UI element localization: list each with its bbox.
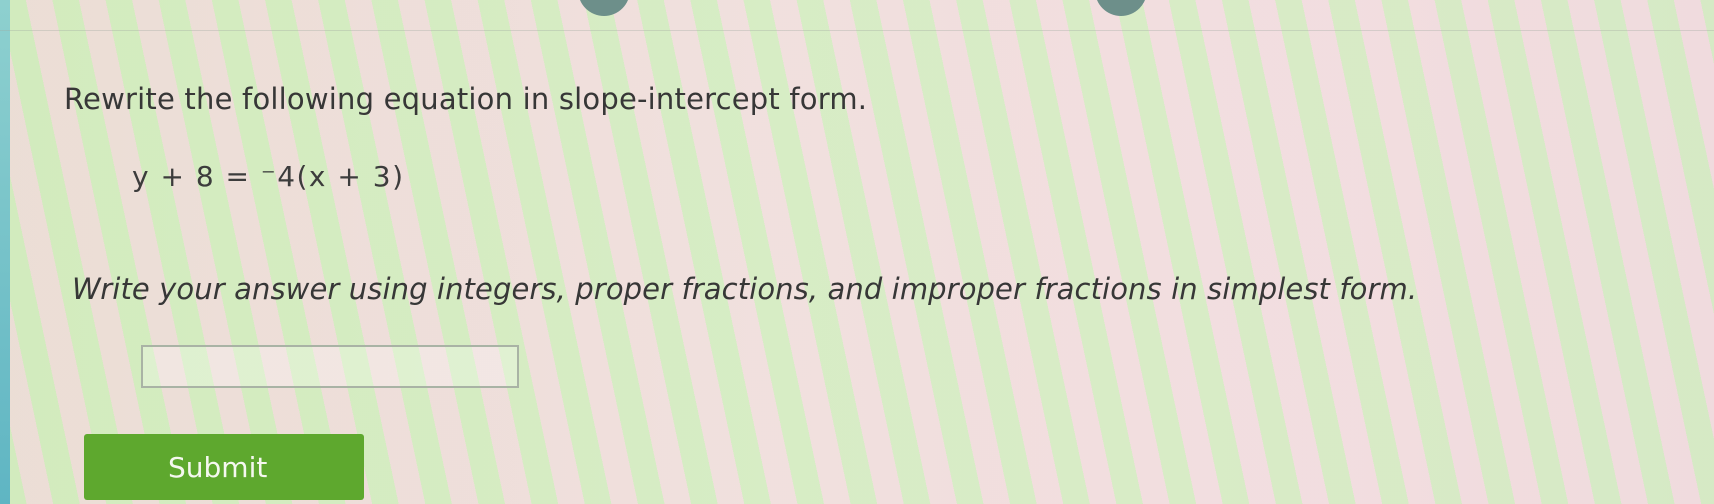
nav-tab-icon[interactable] [1095, 0, 1147, 16]
question-prompt: Rewrite the following equation in slope-… [64, 82, 868, 116]
nav-tab-icon[interactable] [578, 0, 630, 16]
top-nav [0, 0, 1714, 31]
left-edge-bar [0, 0, 10, 504]
equation: y + 8 = ⁻4(x + 3) [132, 160, 405, 193]
answer-input[interactable] [141, 345, 519, 388]
answer-instructions: Write your answer using integers, proper… [72, 272, 1418, 306]
submit-button[interactable]: Submit [84, 434, 364, 500]
